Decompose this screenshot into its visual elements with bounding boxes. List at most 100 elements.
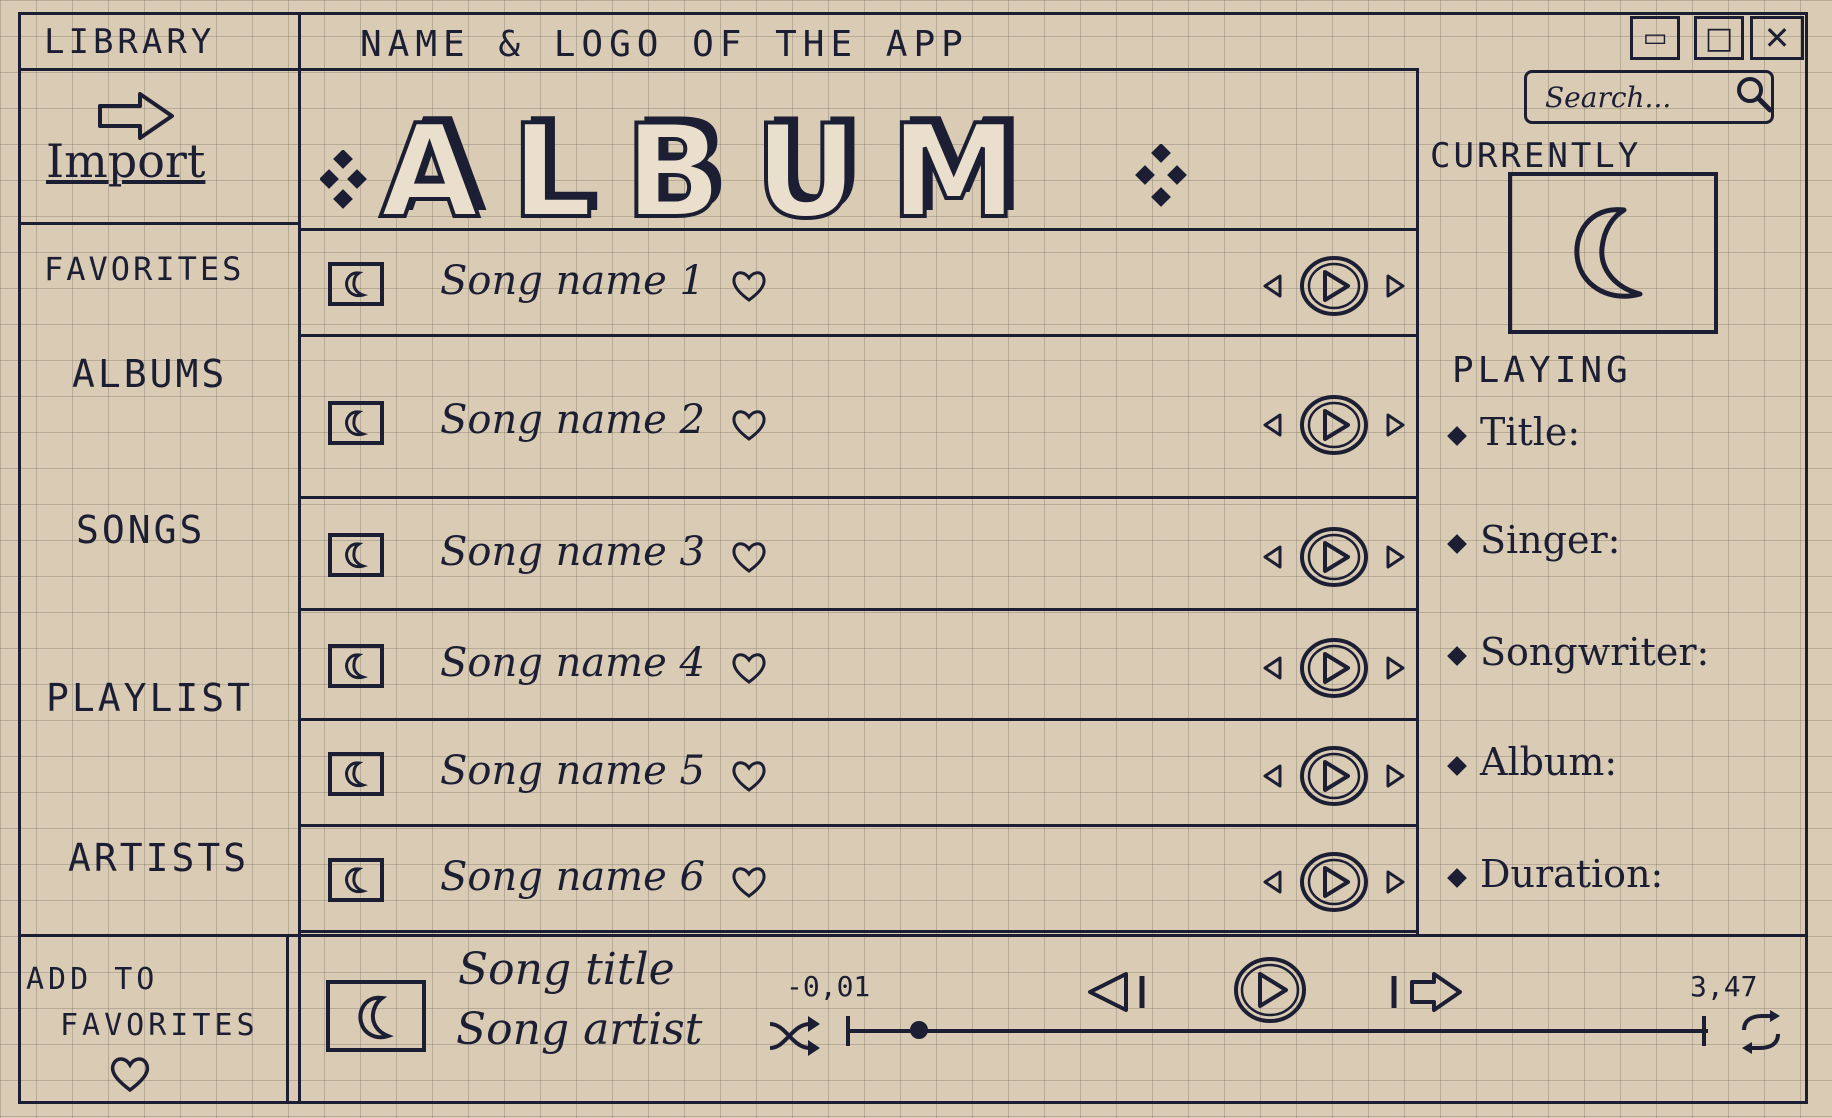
rewind-icon[interactable] [1262, 656, 1284, 680]
next-button[interactable] [1386, 970, 1466, 1018]
fast-forward-icon[interactable] [1384, 413, 1406, 437]
song-row-divider [300, 334, 1416, 337]
rewind-icon[interactable] [1262, 413, 1284, 437]
heart-icon[interactable] [729, 864, 769, 900]
repeat-button[interactable] [1736, 1010, 1786, 1058]
song-row[interactable]: Song name 4 [300, 612, 1418, 720]
song-row[interactable]: Song name 1 [300, 232, 1418, 336]
song-row[interactable]: Song name 5 [300, 722, 1418, 826]
sidebar-item-artists[interactable]: ARTISTS [68, 836, 249, 880]
fast-forward-icon[interactable] [1384, 870, 1406, 894]
shuffle-button[interactable] [766, 1014, 826, 1062]
heart-icon [110, 1057, 150, 1093]
previous-button[interactable] [1086, 970, 1156, 1018]
play-icon[interactable] [1298, 525, 1370, 589]
bullet-icon [1447, 645, 1467, 666]
song-name: Song name 3 [440, 529, 705, 575]
moon-icon [345, 410, 369, 437]
sidebar-item-albums[interactable]: ALBUMS [72, 352, 227, 396]
sidebar-import-divider [18, 222, 300, 225]
song-row-divider [300, 608, 1416, 611]
close-button[interactable]: ✕ [1750, 16, 1804, 60]
song-thumbnail [328, 858, 384, 902]
info-songwriter-label: Songwriter: [1480, 630, 1710, 674]
currently-heading: CURRENTLY [1430, 136, 1642, 176]
song-thumbnail [328, 752, 384, 796]
play-icon[interactable] [1298, 850, 1370, 914]
play-icon[interactable] [1298, 744, 1370, 808]
fast-forward-icon[interactable] [1384, 764, 1406, 788]
player-cover [326, 980, 426, 1052]
song-row[interactable]: Song name 3 [300, 500, 1418, 610]
song-controls [1262, 636, 1412, 700]
song-row-divider [300, 718, 1416, 721]
song-row[interactable]: Song name 2 [300, 348, 1418, 498]
sidebar-item-playlist[interactable]: PLAYLIST [46, 676, 253, 720]
song-thumbnail [328, 401, 384, 445]
song-controls [1262, 850, 1412, 914]
song-thumbnail [328, 644, 384, 688]
add-to-favorites-button[interactable] [108, 1054, 152, 1098]
app-title: NAME & LOGO OF THE APP [360, 24, 969, 65]
info-album-label: Album: [1480, 740, 1618, 784]
player-left-divider [286, 934, 289, 1104]
rewind-icon[interactable] [1262, 274, 1284, 298]
now-playing-cover [1508, 172, 1718, 334]
progress-slider[interactable] [846, 1012, 1708, 1048]
library-label: LIBRARY [44, 22, 216, 62]
previous-icon [1088, 972, 1145, 1012]
search-button[interactable] [1734, 74, 1774, 118]
song-name: Song name 2 [440, 397, 705, 443]
sparkle-right-icon [1134, 143, 1194, 218]
heart-icon[interactable] [729, 758, 769, 794]
song-row-divider [300, 930, 1416, 933]
bullet-icon [1447, 425, 1467, 446]
sidebar-item-favorites[interactable]: FAVORITES [44, 250, 244, 288]
bullet-icon [1447, 755, 1467, 776]
info-duration-label: Duration: [1480, 852, 1664, 896]
maximize-button[interactable]: □ [1694, 16, 1744, 60]
song-name: Song name 6 [440, 854, 705, 900]
shuffle-icon [769, 1016, 820, 1056]
play-icon[interactable] [1298, 254, 1370, 318]
heart-icon[interactable] [729, 650, 769, 686]
import-label[interactable]: Import [46, 134, 205, 188]
rewind-icon[interactable] [1262, 764, 1284, 788]
song-controls [1262, 744, 1412, 808]
search-icon [1737, 77, 1773, 113]
progress-knob[interactable] [910, 1021, 929, 1039]
moon-icon [345, 271, 369, 298]
elapsed-time: -0,01 [786, 970, 871, 1003]
add-to-favorites-line2[interactable]: FAVORITES [60, 1008, 259, 1043]
progress-track [846, 1029, 1708, 1033]
rewind-icon[interactable] [1262, 545, 1284, 569]
heart-icon[interactable] [729, 407, 769, 443]
heart-icon[interactable] [729, 268, 769, 304]
moon-icon [345, 867, 369, 894]
next-icon [1391, 972, 1462, 1012]
add-to-favorites-line1[interactable]: ADD TO [26, 962, 158, 997]
sidebar-item-songs[interactable]: SONGS [76, 508, 205, 552]
moon-icon [345, 542, 369, 569]
song-row[interactable]: Song name 6 [300, 828, 1418, 932]
song-row-divider [300, 496, 1416, 499]
song-row-divider [300, 824, 1416, 827]
repeat-icon [1742, 1010, 1780, 1054]
fast-forward-icon[interactable] [1384, 545, 1406, 569]
minimize-button[interactable]: ▭ [1630, 16, 1680, 60]
play-icon[interactable] [1298, 636, 1370, 700]
fast-forward-icon[interactable] [1384, 656, 1406, 680]
heart-icon[interactable] [729, 539, 769, 575]
list-top-divider [300, 228, 1416, 231]
bullet-icon [1447, 533, 1467, 554]
minimize-icon: ▭ [1642, 23, 1668, 53]
song-name: Song name 1 [440, 258, 705, 304]
moon-icon [358, 995, 394, 1040]
info-songwriter: Songwriter: [1447, 630, 1710, 674]
rewind-icon[interactable] [1262, 870, 1284, 894]
fast-forward-icon[interactable] [1384, 274, 1406, 298]
playing-heading: PLAYING [1452, 350, 1632, 391]
info-duration: Duration: [1447, 852, 1664, 896]
bullet-icon [1447, 867, 1467, 888]
play-icon[interactable] [1298, 393, 1370, 457]
